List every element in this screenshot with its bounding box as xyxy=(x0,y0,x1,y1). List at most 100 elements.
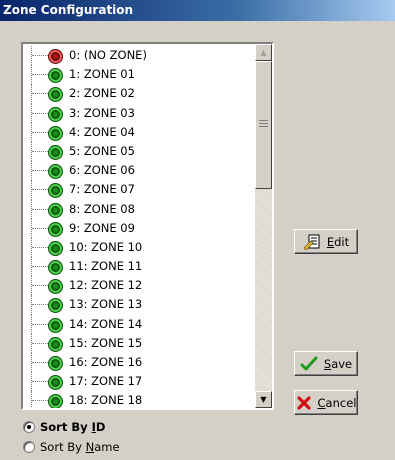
tree-branch xyxy=(32,362,48,363)
zone-list-item[interactable]: 18: ZONE 18 xyxy=(23,391,259,408)
zone-list-item[interactable]: 3: ZONE 03 xyxy=(23,103,259,123)
tree-branch xyxy=(32,266,48,268)
scroll-up-button[interactable]: ▲ xyxy=(255,44,272,61)
tree-branch xyxy=(32,189,48,191)
cancel-button[interactable]: Cancel xyxy=(294,390,358,415)
zone-label: 17: ZONE 17 xyxy=(69,374,143,389)
thumb-grip xyxy=(259,123,268,124)
tree-branch xyxy=(32,227,48,229)
edit-button[interactable]: Edit xyxy=(294,229,358,254)
thumb-grip xyxy=(259,120,268,121)
tree-branch xyxy=(32,400,48,402)
zone-list-item[interactable]: 14: ZONE 14 xyxy=(23,314,259,334)
sort-by-name-radio[interactable] xyxy=(23,441,35,453)
zone-label: 12: ZONE 12 xyxy=(69,278,143,293)
sort-by-name-option[interactable]: Sort By Name xyxy=(23,438,120,456)
x-mark-icon xyxy=(296,395,311,410)
zone-list-item[interactable]: 6: ZONE 06 xyxy=(23,161,259,181)
cancel-button-label: Cancel xyxy=(318,396,357,410)
zone-label: 9: ZONE 09 xyxy=(69,220,135,235)
cancel-label-accel: C xyxy=(317,395,326,410)
zone-label: 15: ZONE 15 xyxy=(69,335,143,350)
green-status-light-icon xyxy=(48,183,63,199)
save-button-label: Save xyxy=(324,357,352,371)
sort-name-pre: Sort By xyxy=(40,440,86,454)
zone-list-item[interactable]: 16: ZONE 16 xyxy=(23,353,259,373)
zone-list-item[interactable]: 9: ZONE 09 xyxy=(23,218,259,238)
green-status-light-icon xyxy=(48,375,63,391)
window-title: Zone Configuration xyxy=(0,0,395,21)
green-status-light-icon xyxy=(48,317,63,333)
sort-name-accel: N xyxy=(85,440,95,454)
scroll-down-button[interactable]: ▼ xyxy=(255,391,272,408)
zone-label: 2: ZONE 02 xyxy=(69,86,135,101)
tree-branch xyxy=(32,112,48,114)
tree-branch xyxy=(32,208,48,210)
sort-id-post: D xyxy=(95,420,106,434)
tree-branch xyxy=(32,170,48,172)
zone-label: 4: ZONE 04 xyxy=(69,124,135,139)
zone-label: 16: ZONE 16 xyxy=(69,355,143,369)
zone-label: 6: ZONE 06 xyxy=(69,163,135,178)
checkmark-icon xyxy=(300,356,318,370)
sort-by-id-option[interactable]: Sort By ID xyxy=(23,418,105,436)
zone-label: 11: ZONE 11 xyxy=(69,259,143,274)
green-status-light-icon xyxy=(48,87,63,103)
green-status-light-icon xyxy=(48,298,63,314)
zone-list-item[interactable]: 1: ZONE 01 xyxy=(23,65,259,85)
zone-label: 7: ZONE 07 xyxy=(69,182,135,197)
zone-list-item[interactable]: 17: ZONE 17 xyxy=(23,372,259,392)
red-status-light-icon xyxy=(48,49,63,64)
sort-by-id-radio[interactable] xyxy=(23,421,35,433)
green-status-light-icon xyxy=(48,240,63,256)
zone-label: 0: (NO ZONE) xyxy=(69,48,147,62)
zone-list-item[interactable]: 4: ZONE 04 xyxy=(23,122,259,142)
zone-list-item[interactable]: 7: ZONE 07 xyxy=(23,180,259,200)
zone-label: 10: ZONE 10 xyxy=(69,239,143,254)
sort-by-id-label: Sort By ID xyxy=(40,418,105,436)
green-status-light-icon xyxy=(48,106,63,122)
cancel-label-post: ancel xyxy=(325,395,357,410)
green-status-light-icon xyxy=(48,356,63,371)
green-status-light-icon xyxy=(48,68,63,84)
tree-branch xyxy=(32,246,48,248)
sort-id-pre: Sort By xyxy=(40,420,92,434)
zone-label: 18: ZONE 18 xyxy=(69,393,143,408)
tree-branch xyxy=(32,323,48,325)
zone-list-item[interactable]: 13: ZONE 13 xyxy=(23,295,259,315)
zone-list-item[interactable]: 0: (NO ZONE) xyxy=(23,46,259,66)
zone-list-item[interactable]: 15: ZONE 15 xyxy=(23,333,259,353)
tree-branch xyxy=(32,55,48,56)
tree-branch xyxy=(32,131,48,133)
save-button[interactable]: Save xyxy=(294,351,358,376)
tree-branch xyxy=(32,74,48,76)
tree-branch xyxy=(32,304,48,306)
tree-branch xyxy=(32,342,48,344)
green-status-light-icon xyxy=(48,394,63,408)
zone-list-item[interactable]: 8: ZONE 08 xyxy=(23,199,259,219)
tree-branch xyxy=(32,150,48,152)
edit-document-icon xyxy=(303,234,320,250)
vertical-scrollbar[interactable]: ▲ ▼ xyxy=(255,44,272,408)
green-status-light-icon xyxy=(48,336,63,352)
zone-items: 0: (NO ZONE) 1: ZONE 01 2: ZONE 02 3: ZONE … xyxy=(23,46,259,408)
green-status-light-icon xyxy=(48,260,63,276)
zone-list-item[interactable]: 10: ZONE 10 xyxy=(23,237,259,258)
tree-branch xyxy=(32,381,48,383)
green-status-light-icon xyxy=(48,221,63,237)
thumb-grip xyxy=(259,126,268,127)
sort-name-post: ame xyxy=(94,440,120,454)
zone-label: 14: ZONE 14 xyxy=(69,316,143,331)
edit-label-post: dit xyxy=(334,234,350,249)
zone-list[interactable]: 0: (NO ZONE) 1: ZONE 01 2: ZONE 02 3: ZONE … xyxy=(21,42,274,410)
zone-label: 13: ZONE 13 xyxy=(69,297,143,312)
zone-label: 3: ZONE 03 xyxy=(69,105,135,120)
zone-label: 8: ZONE 08 xyxy=(69,201,135,216)
sort-by-name-label: Sort By Name xyxy=(40,438,120,456)
zone-list-item[interactable]: 2: ZONE 02 xyxy=(23,84,259,104)
zone-list-item[interactable]: 5: ZONE 05 xyxy=(23,141,259,162)
save-label-post: ave xyxy=(331,356,353,371)
zone-list-item[interactable]: 12: ZONE 12 xyxy=(23,276,259,296)
scroll-thumb[interactable] xyxy=(255,61,272,189)
zone-list-item[interactable]: 11: ZONE 11 xyxy=(23,257,259,277)
